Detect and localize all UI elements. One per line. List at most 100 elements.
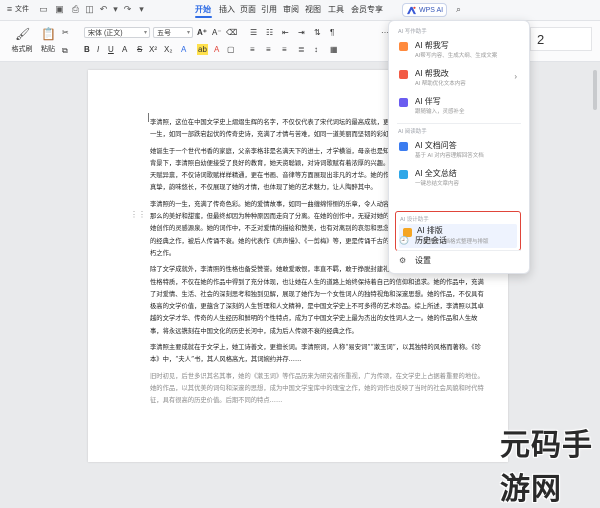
menu-icon[interactable]: ≡ <box>4 4 15 15</box>
font-size-select[interactable]: 五号 ▾ <box>153 27 193 38</box>
format-painter-label: 格式刷 <box>11 46 33 53</box>
vertical-scrollbar[interactable] <box>593 70 597 110</box>
tab-reference[interactable]: 引用 <box>261 4 277 15</box>
text-color-icon[interactable]: A <box>214 44 219 55</box>
tab-start[interactable]: 开始 <box>195 4 211 15</box>
ai-doc-qa-title: AI 文档问答 <box>415 141 457 150</box>
section-divider <box>397 123 521 124</box>
shrink-font-icon[interactable]: A⁻ <box>212 27 222 38</box>
redo-icon[interactable]: ↷ <box>122 4 133 15</box>
history-title: 历史会话 <box>415 236 447 245</box>
ai-rewrite-item[interactable]: AI 帮我改 AI 帮助优化文本内容 › <box>397 67 521 91</box>
subscript-icon[interactable]: X₂ <box>164 44 172 55</box>
tab-page[interactable]: 页面 <box>240 4 256 15</box>
numbered-list-icon[interactable]: ☷ <box>266 27 273 38</box>
ai-write-subtitle: AI帮写内容、生成大纲、生成文案 <box>415 53 498 59</box>
paragraph[interactable]: 除了文学成就外，李清照的性格也备受赞誉。她敢爱敢恨，率直不羁，敢于挣脱封建礼教的… <box>150 264 490 338</box>
ai-rewrite-icon <box>399 70 408 79</box>
text-effect-icon[interactable]: A <box>122 44 127 55</box>
file-menu[interactable]: 文件 <box>15 4 29 14</box>
align-center-icon[interactable]: ≡ <box>266 44 271 55</box>
ai-doc-qa-item[interactable]: AI 文档问答 基于 AI 对内容理解回答文档 <box>397 139 521 163</box>
show-marks-icon[interactable]: ¶ <box>330 27 334 38</box>
history-icon: 🕘 <box>399 236 409 245</box>
italic-icon[interactable]: I <box>97 44 99 55</box>
chevron-down-icon: ▾ <box>143 30 147 36</box>
ai-write-icon <box>399 42 408 51</box>
paste-button[interactable]: 📋 粘贴 <box>38 27 58 54</box>
tab-member[interactable]: 会员专享 <box>351 4 383 15</box>
bold-icon[interactable]: B <box>84 44 90 55</box>
paste-icon: 📋 <box>41 27 56 41</box>
section-divider <box>397 250 521 251</box>
ai-write-item[interactable]: AI 帮我写 AI帮写内容、生成大纲、生成文案 <box>397 39 521 63</box>
paragraph-drag-handle-icon[interactable]: ⋮⋮ <box>130 210 146 219</box>
decrease-indent-icon[interactable]: ⇤ <box>282 27 289 38</box>
section-label-design: AI 设计助手 <box>400 217 429 223</box>
superscript-icon[interactable]: X² <box>149 44 157 55</box>
grow-font-icon[interactable]: A⁺ <box>197 27 207 38</box>
preview-icon[interactable]: ◫ <box>84 4 95 15</box>
ai-companion-icon <box>399 98 408 107</box>
paragraph[interactable]: 旧时初见，后世多识其名其事，她的《漱玉词》等作品历来为研究者所重视，广为传颂，在… <box>150 371 490 408</box>
paragraph[interactable]: 李清照主要成就在于文学上，她工诗善文，更擅长词。李清照词，人称“易安词”“漱玉词… <box>150 342 490 367</box>
ai-summary-item[interactable]: AI 全文总结 一键总结文章内容 <box>397 167 521 191</box>
cut-icon[interactable]: ✂ <box>62 27 69 38</box>
ai-companion-title: AI 伴写 <box>415 97 441 106</box>
font-color-icon[interactable]: A <box>181 44 186 55</box>
undo-icon[interactable]: ↶ <box>98 4 109 15</box>
tab-insert[interactable]: 插入 <box>219 4 235 15</box>
undo-dropdown-icon[interactable]: ▾ <box>110 4 121 15</box>
wps-ai-button[interactable]: WPS AI <box>402 3 447 17</box>
ai-summary-subtitle: 一键总结文章内容 <box>415 181 460 187</box>
font-size-value: 五号 <box>157 30 171 37</box>
print-icon[interactable]: ⎙ <box>70 4 81 15</box>
wps-ai-logo-icon <box>407 6 416 15</box>
settings-title: 设置 <box>415 256 431 265</box>
text-cursor <box>148 113 149 122</box>
justify-icon[interactable]: ≣ <box>298 44 305 55</box>
format-painter-button[interactable]: 🖌 格式刷 <box>10 27 34 54</box>
chevron-right-icon: › <box>514 72 517 81</box>
char-border-icon[interactable]: ▢ <box>227 44 235 55</box>
highlight-icon[interactable]: ab <box>197 44 208 55</box>
line-spacing-icon[interactable]: ↕ <box>314 44 318 55</box>
format-painter-icon: 🖌 <box>15 27 31 41</box>
ai-doc-qa-icon <box>399 142 408 151</box>
section-label-reading: AI 阅读助手 <box>398 129 427 135</box>
underline-icon[interactable]: U <box>108 44 114 55</box>
section-label-writing: AI 写作助手 <box>398 29 427 35</box>
tab-tools[interactable]: 工具 <box>328 4 344 15</box>
settings-item[interactable]: ⚙ 设置 <box>397 254 521 268</box>
shading-icon[interactable]: ▦ <box>330 44 338 55</box>
history-item[interactable]: 🕘 历史会话 <box>397 234 521 248</box>
paste-label: 粘贴 <box>41 46 55 53</box>
clear-format-icon[interactable]: ⌫ <box>226 27 237 38</box>
font-name-select[interactable]: 宋体 (正文) ▾ <box>84 27 150 38</box>
copy-icon[interactable]: ⧉ <box>62 45 68 56</box>
save-icon[interactable]: ▣ <box>54 4 65 15</box>
wps-ai-dropdown: AI 写作助手 AI 帮我写 AI帮写内容、生成大纲、生成文案 AI 帮我改 A… <box>388 20 530 274</box>
style-preview[interactable]: 2 <box>530 27 592 51</box>
style-preview-value: 2 <box>537 32 545 47</box>
ai-rewrite-title: AI 帮我改 <box>415 69 449 78</box>
ai-companion-write-item[interactable]: AI 伴写 跟随输入，灵感补全 <box>397 95 521 119</box>
tab-review[interactable]: 审阅 <box>283 4 299 15</box>
align-right-icon[interactable]: ≡ <box>282 44 287 55</box>
ai-doc-qa-subtitle: 基于 AI 对内容理解回答文档 <box>415 153 484 159</box>
site-watermark: 元码手游网 <box>500 428 593 507</box>
ai-write-title: AI 帮我写 <box>415 41 449 50</box>
bullet-list-icon[interactable]: ☰ <box>250 27 257 38</box>
wps-ai-label: WPS AI <box>419 7 444 14</box>
increase-indent-icon[interactable]: ⇥ <box>298 27 305 38</box>
ai-summary-title: AI 全文总结 <box>415 169 457 178</box>
align-left-icon[interactable]: ≡ <box>250 44 255 55</box>
search-icon[interactable]: ⌕ <box>456 4 461 15</box>
strikethrough-icon[interactable]: S <box>137 44 142 55</box>
sort-icon[interactable]: ⇅ <box>314 27 321 38</box>
folder-icon[interactable]: ▭ <box>38 4 49 15</box>
tab-view[interactable]: 视图 <box>305 4 321 15</box>
more-icon[interactable]: ▾ <box>136 4 147 15</box>
title-bar: ≡ 文件 ▭ ▣ ⎙ ◫ ↶ ▾ ↷ ▾ 开始 插入 页面 引用 审阅 视图 工… <box>0 0 600 21</box>
ai-summary-icon <box>399 170 408 179</box>
